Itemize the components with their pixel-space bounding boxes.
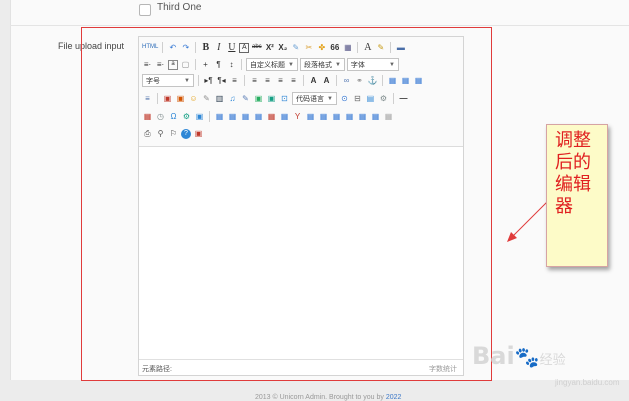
third-one-checkbox[interactable] [139,4,151,16]
footer-text: 2013 © Unicorn Admin. Brought to you by [255,394,384,401]
checkbox-label: Third One [157,2,202,13]
watermark-url: jingyan.baidu.com [555,378,620,387]
callout-line: 编辑 [555,174,591,195]
row-divider [10,25,629,26]
callout-line: 调整 [555,130,591,151]
callout-line: 器 [555,196,573,217]
page-footer: 2013 © Unicorn Admin. Brought to you by … [255,394,401,401]
footer-link[interactable]: 2022 [386,394,402,401]
annotation-highlight-box [81,27,492,381]
annotation-callout: 调整 后的 编辑 器 [546,124,608,267]
annotation-arrow-icon [507,201,548,242]
watermark-logo: Bai🐾经验 [472,342,566,370]
callout-line: 后的 [555,152,591,173]
